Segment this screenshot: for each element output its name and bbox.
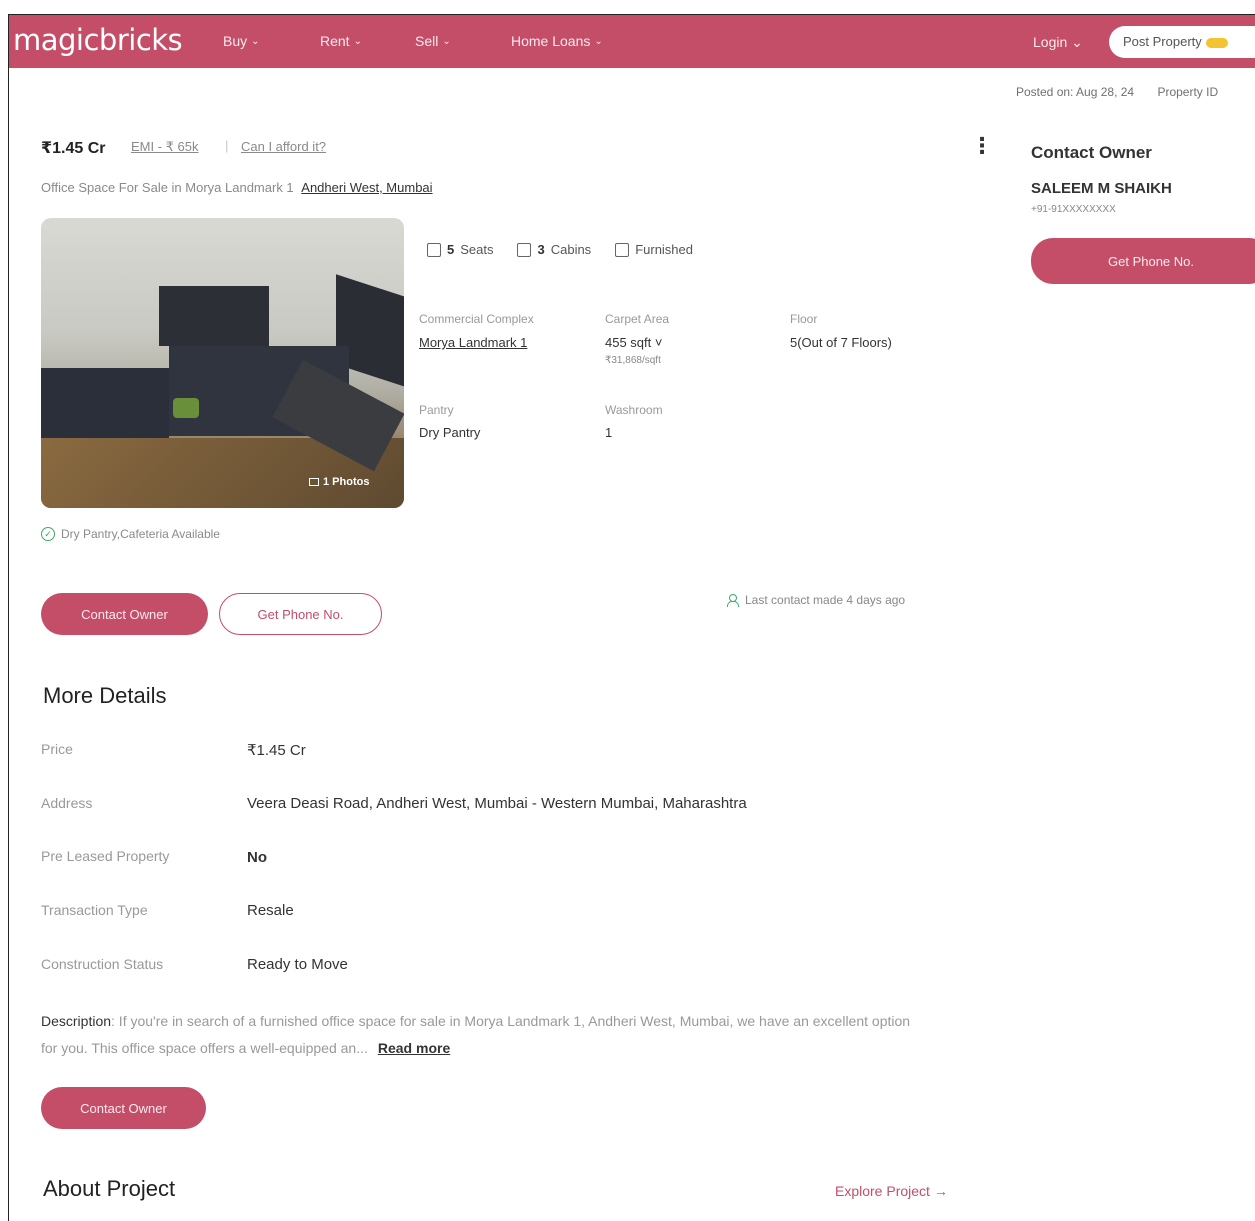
last-contact-text: Last contact made 4 days ago [745, 593, 906, 607]
property-photo[interactable]: 1 Photos [41, 218, 404, 508]
pantry-label: Pantry [419, 403, 454, 417]
cabins-feature: 3 Cabins [517, 242, 591, 257]
carpet-area-text: 455 sqft [605, 335, 652, 350]
amenity-label: Dry Pantry,Cafeteria Available [61, 527, 220, 541]
chevron-down-icon: ⌄ [594, 35, 603, 47]
detail-label-address: Address [41, 795, 93, 811]
photo-cabinet [159, 286, 269, 346]
contact-owner-button-bottom[interactable]: Contact Owner [41, 1087, 206, 1129]
contact-owner-button[interactable]: Contact Owner [41, 593, 208, 635]
detail-value-price: ₹1.45 Cr [247, 742, 306, 759]
seats-feature: 5 Seats [427, 242, 493, 257]
top-header: magicbricks Buy ⌄ Rent ⌄ Sell ⌄ Home Loans ⌄… [9, 15, 1255, 68]
detail-value-pre-leased: No [247, 849, 267, 866]
chevron-down-icon: ⌄ [251, 35, 260, 47]
listing-title-text: Office Space For Sale in Morya Landmark … [41, 180, 294, 195]
listing-price: ₹1.45 Cr [41, 140, 106, 157]
get-phone-button[interactable]: Get Phone No. [219, 593, 382, 635]
login-label: Login [1033, 34, 1068, 50]
posted-meta: Posted on: Aug 28, 24 Property ID [1016, 85, 1218, 99]
floor-label: Floor [790, 312, 818, 326]
posted-date: Posted on: Aug 28, 24 [1016, 85, 1135, 99]
owner-phone-masked: +91-91XXXXXXXX [1031, 204, 1116, 215]
person-icon [727, 594, 739, 607]
pantry-value: Dry Pantry [419, 425, 481, 440]
furnishing-feature: Furnished [615, 242, 693, 257]
chevron-down-icon: ⌄ [1071, 34, 1083, 50]
photo-plant [173, 398, 199, 418]
detail-label-pre-leased: Pre Leased Property [41, 848, 170, 864]
floor-value: 5(Out of 7 Floors) [790, 335, 892, 350]
magicbricks-logo[interactable]: magicbricks [13, 23, 183, 57]
more-options-icon[interactable]: ⋮ [971, 133, 993, 159]
detail-value-address: Veera Deasi Road, Andheri West, Mumbai -… [247, 795, 747, 812]
property-id: Property ID [1157, 85, 1219, 99]
nav-buy[interactable]: Buy ⌄ [223, 33, 260, 49]
free-badge [1205, 37, 1228, 48]
cabin-icon [517, 242, 532, 257]
carpet-area-value[interactable]: 455 sqft ˅ [605, 335, 662, 350]
chevron-down-icon: ⌄ [442, 35, 451, 47]
owner-get-phone-button[interactable]: Get Phone No. [1031, 238, 1255, 284]
listing-title: Office Space For Sale in Morya Landmark … [41, 180, 433, 195]
detail-value-construction: Ready to Move [247, 956, 348, 973]
nav-rent[interactable]: Rent ⌄ [320, 33, 362, 49]
explore-project-link[interactable]: Explore Project → [835, 1183, 948, 1199]
check-circle-icon: ✓ [41, 527, 55, 541]
chair-icon [427, 242, 441, 257]
cabins-value: 3 [537, 242, 545, 257]
divider: | [225, 138, 229, 153]
owner-name: SALEEM M SHAIKH [1031, 180, 1172, 197]
afford-link[interactable]: Can I afford it? [241, 139, 326, 154]
seats-value: 5 [447, 242, 455, 257]
washroom-label: Washroom [605, 403, 663, 417]
description-label: Description [41, 1013, 112, 1029]
nav-sell-label: Sell [415, 33, 439, 49]
nav-buy-label: Buy [223, 33, 248, 49]
detail-label-transaction: Transaction Type [41, 902, 148, 918]
gallery-icon [309, 478, 319, 486]
chevron-down-icon: ⌄ [353, 35, 362, 47]
nav-rent-label: Rent [320, 33, 350, 49]
last-contact-info: Last contact made 4 days ago [727, 593, 905, 607]
nav-home-loans[interactable]: Home Loans ⌄ [511, 33, 603, 49]
complex-link[interactable]: Morya Landmark 1 [419, 335, 527, 350]
description: Description: If you're in search of a fu… [41, 1008, 921, 1062]
washroom-value: 1 [605, 425, 613, 440]
price-per-sqft: ₹31,868/sqft [605, 355, 661, 366]
photos-count-label: 1 Photos [323, 476, 370, 488]
post-property-label: Post Property [1123, 34, 1202, 49]
nav-home-loans-label: Home Loans [511, 33, 591, 49]
more-details-title: More Details [43, 683, 167, 708]
seats-label: Seats [460, 242, 494, 257]
photos-count-badge[interactable]: 1 Photos [309, 476, 369, 488]
contact-owner-title: Contact Owner [1031, 143, 1152, 162]
chevron-down-icon: ˅ [654, 335, 663, 350]
post-property-button[interactable]: Post Property [1109, 26, 1255, 58]
detail-label-price: Price [41, 741, 73, 757]
detail-value-transaction: Resale [247, 902, 294, 919]
features-row: 5 Seats 3 Cabins Furnished [427, 242, 693, 257]
furnishing-label: Furnished [635, 242, 693, 257]
nav-sell[interactable]: Sell ⌄ [415, 33, 451, 49]
complex-label: Commercial Complex [419, 312, 534, 326]
amenity-item: ✓ Dry Pantry,Cafeteria Available [41, 527, 220, 541]
cabins-label: Cabins [550, 242, 592, 257]
contact-owner-card: Contact Owner SALEEM M SHAIKH +91-91XXXX… [1015, 128, 1255, 288]
about-project-title: About Project [43, 1176, 176, 1201]
description-text: : If you're in search of a furnished off… [41, 1013, 911, 1056]
page-frame: magicbricks Buy ⌄ Rent ⌄ Sell ⌄ Home Loans ⌄… [8, 14, 1255, 1221]
detail-label-construction: Construction Status [41, 956, 164, 972]
login-menu[interactable]: Login ⌄ [1033, 34, 1083, 51]
emi-link[interactable]: EMI - ₹ 65k [131, 139, 199, 155]
location-link[interactable]: Andheri West, Mumbai [301, 180, 432, 195]
carpet-area-label: Carpet Area [605, 312, 670, 326]
furniture-icon [615, 242, 630, 257]
read-more-link[interactable]: Read more [378, 1040, 450, 1056]
